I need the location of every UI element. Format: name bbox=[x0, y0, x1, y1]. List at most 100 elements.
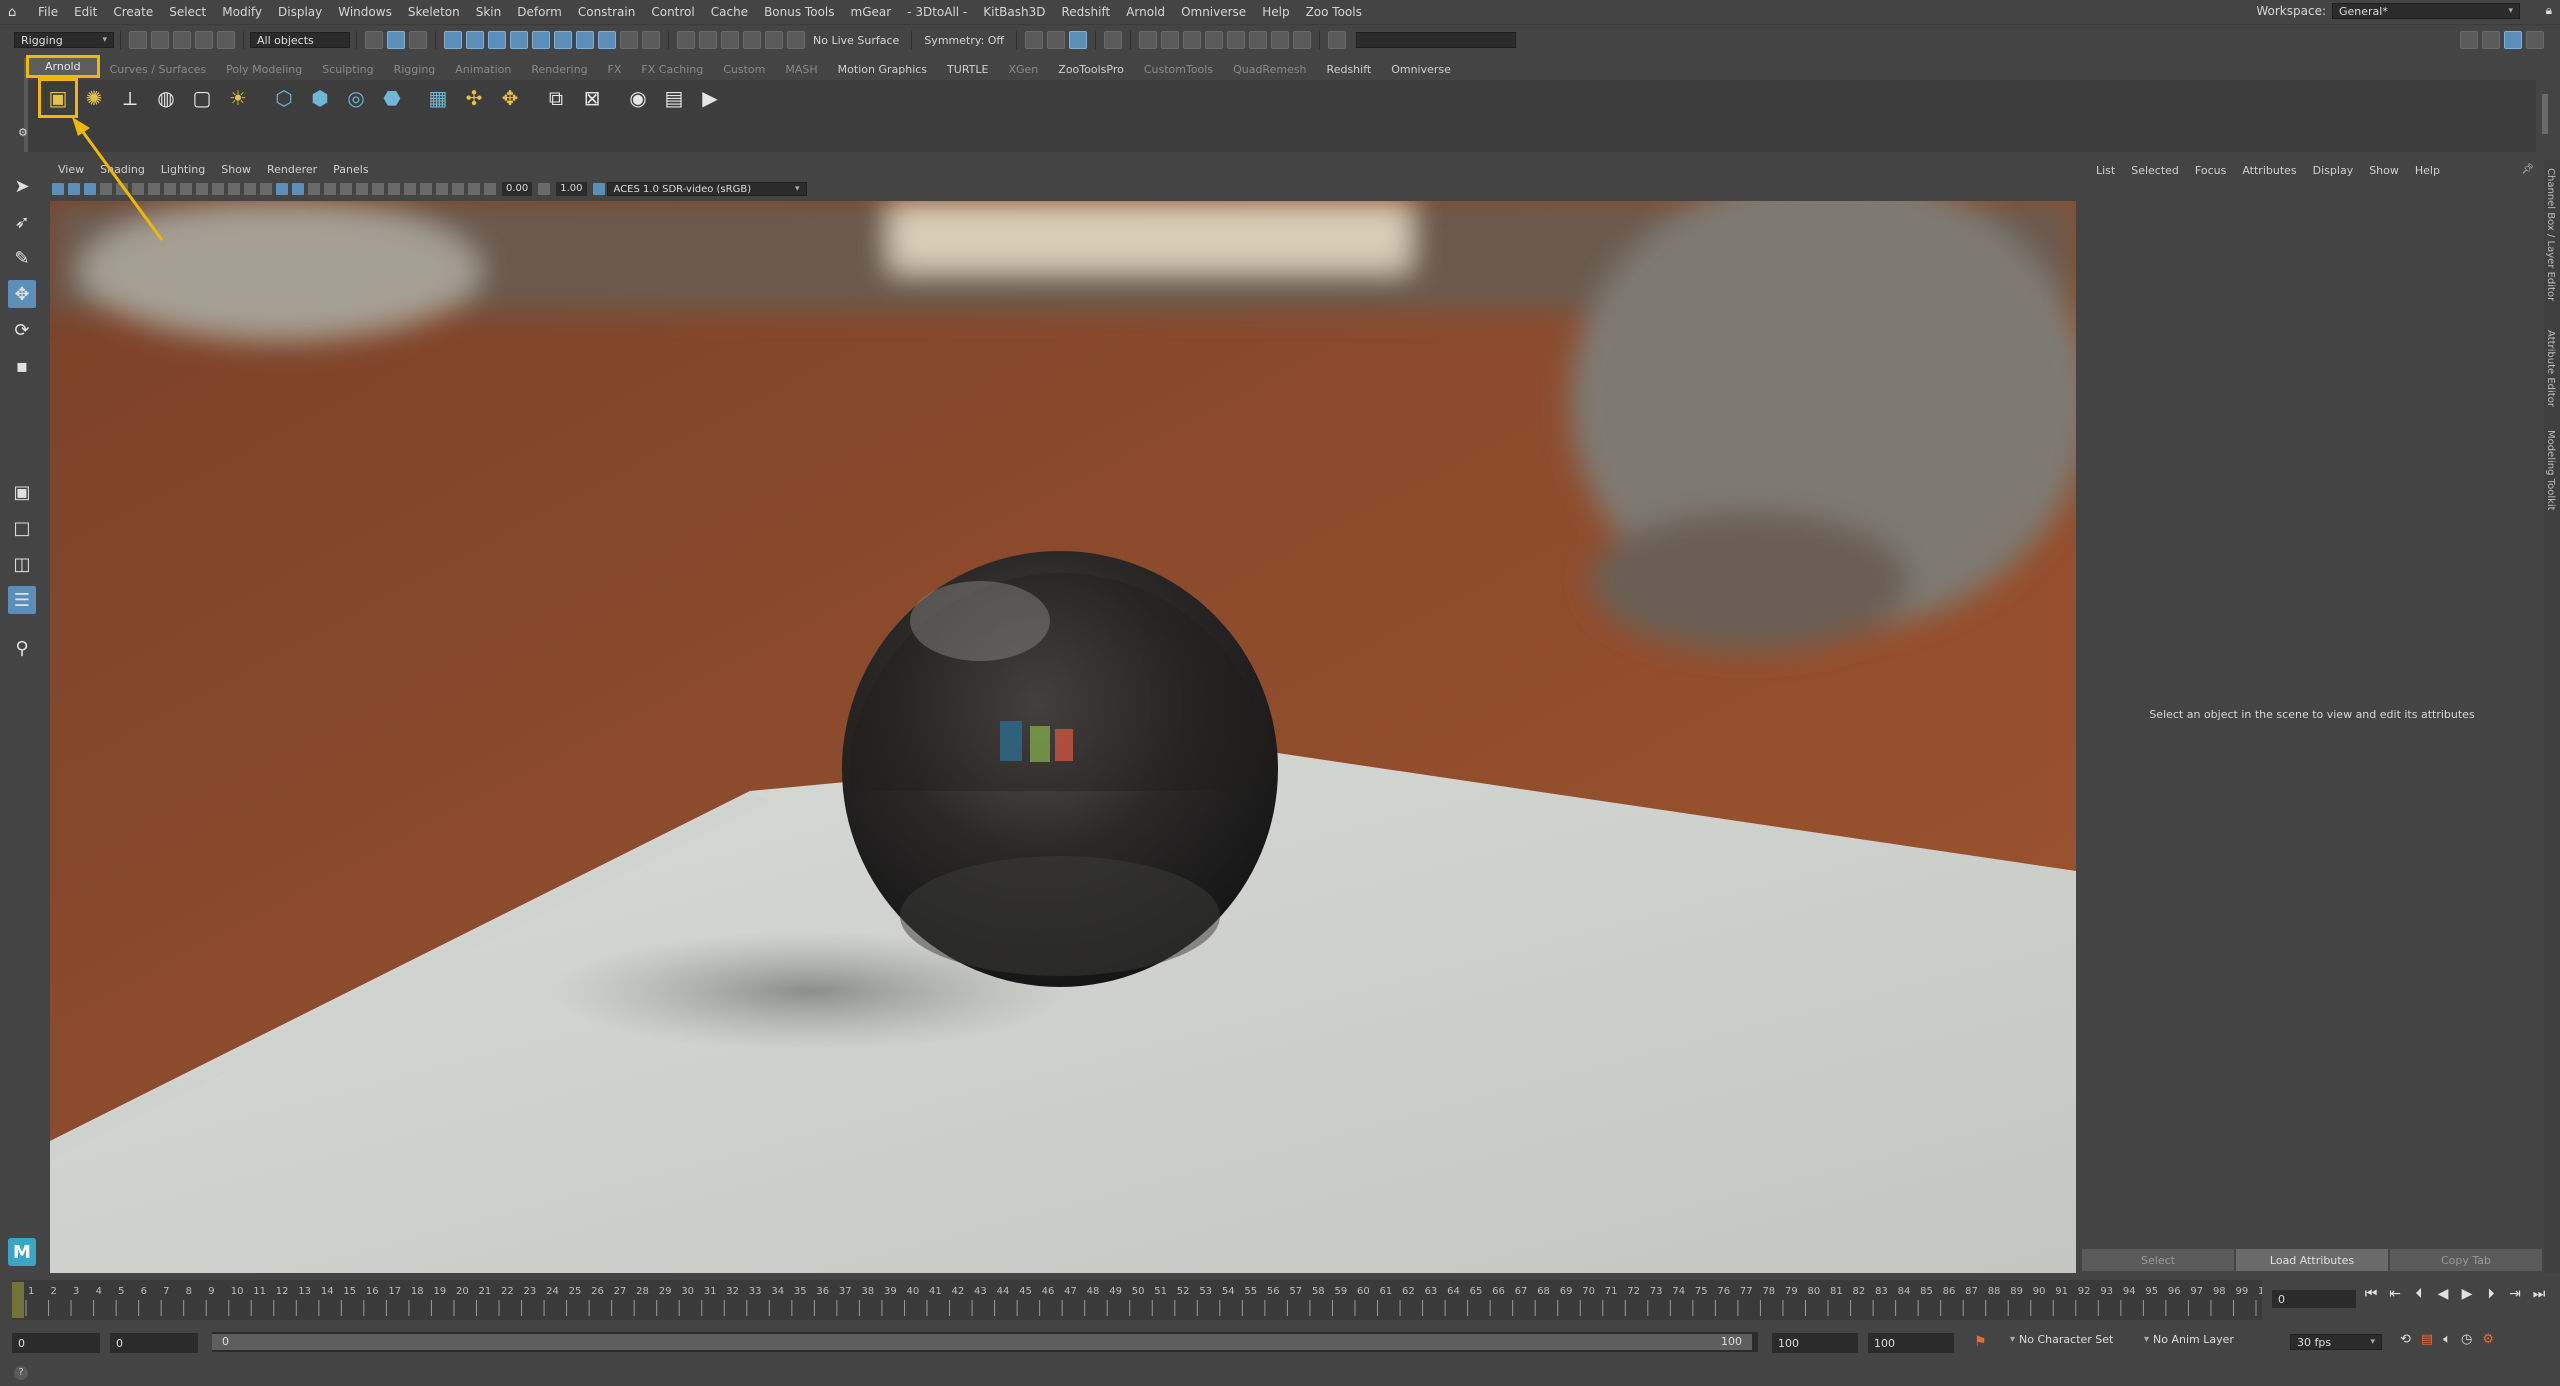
render-frame-icon[interactable]: ▣ bbox=[38, 78, 78, 118]
step-forward-frame-icon[interactable]: ⏵︎ bbox=[2482, 1286, 2500, 1302]
shelf-tab-curves-surfaces[interactable]: Curves / Surfaces bbox=[100, 61, 217, 78]
ae-menu-help[interactable]: Help bbox=[2407, 164, 2448, 177]
shelf-tab-mash[interactable]: MASH bbox=[775, 61, 827, 78]
physical-sky-icon[interactable]: ☀ bbox=[225, 85, 251, 111]
mask-surfaces-icon[interactable] bbox=[510, 31, 528, 49]
shelf-tab-fx-caching[interactable]: FX Caching bbox=[631, 61, 713, 78]
selection-mask-dropdown[interactable]: All objects bbox=[250, 32, 350, 48]
preferences-icon[interactable]: ⚙︎ bbox=[2482, 1332, 2494, 1347]
view-2d-pan-icon[interactable] bbox=[116, 183, 128, 195]
export-standin-icon[interactable]: ⧉ bbox=[543, 85, 569, 111]
ambient-occlusion-icon[interactable] bbox=[356, 183, 368, 195]
mask-deformers-icon[interactable] bbox=[532, 31, 550, 49]
cache-icon[interactable]: ▤ bbox=[2421, 1332, 2433, 1347]
ae-menu-selected[interactable]: Selected bbox=[2123, 164, 2187, 177]
help-icon[interactable]: ? bbox=[14, 1366, 28, 1380]
menu-create[interactable]: Create bbox=[105, 5, 161, 19]
select-button[interactable]: Select bbox=[2082, 1249, 2234, 1271]
shelf-tab-motion-graphics[interactable]: Motion Graphics bbox=[828, 61, 937, 78]
scene-end-field[interactable]: 100 bbox=[1868, 1333, 1954, 1353]
select-tool-icon[interactable]: ➤ bbox=[8, 172, 36, 200]
gate-mask-icon[interactable] bbox=[196, 183, 208, 195]
panel-menu-shading[interactable]: Shading bbox=[92, 163, 153, 176]
view-transform-dropdown[interactable]: ACES 1.0 SDR-video (sRGB) ▾ bbox=[606, 182, 807, 196]
skydome-light-icon[interactable]: ✺ bbox=[81, 85, 107, 111]
render-view-icon[interactable]: ◉ bbox=[625, 85, 651, 111]
undo-icon[interactable] bbox=[195, 31, 213, 49]
current-frame-field[interactable]: 0 bbox=[2272, 1290, 2356, 1308]
isolate-select-icon[interactable] bbox=[420, 183, 432, 195]
anim-layer-menu[interactable]: ▾ No Anim Layer bbox=[2144, 1333, 2234, 1346]
symmetry-dropdown[interactable]: Symmetry: Off bbox=[924, 34, 1004, 47]
mask-rendering-icon[interactable] bbox=[576, 31, 594, 49]
render-frame-icon[interactable] bbox=[1139, 31, 1158, 49]
menu-arnold[interactable]: Arnold bbox=[1118, 5, 1173, 19]
load-attributes-button[interactable]: Load Attributes bbox=[2236, 1249, 2388, 1271]
copy-tab-button[interactable]: Copy Tab bbox=[2390, 1249, 2542, 1271]
shelf-tab-poly-modeling[interactable]: Poly Modeling bbox=[216, 61, 312, 78]
use-all-lights-icon[interactable] bbox=[324, 183, 336, 195]
render-settings-icon[interactable]: ▤ bbox=[661, 85, 687, 111]
select-object-icon[interactable] bbox=[387, 31, 405, 49]
panel-menu-show[interactable]: Show bbox=[213, 163, 259, 176]
light-manager-icon[interactable]: ✥ bbox=[497, 85, 523, 111]
menu-deform[interactable]: Deform bbox=[509, 5, 570, 19]
input-ops-icon[interactable] bbox=[1047, 31, 1066, 49]
toggle-attribute-editor-icon[interactable] bbox=[2482, 31, 2500, 49]
panel-menu-renderer[interactable]: Renderer bbox=[259, 163, 325, 176]
camera-attributes-icon[interactable] bbox=[68, 183, 80, 195]
tab-attribute-editor[interactable]: Attribute Editor bbox=[2545, 330, 2556, 407]
exposure-icon[interactable] bbox=[484, 183, 496, 195]
menu-control[interactable]: Control bbox=[643, 5, 702, 19]
color-management-icon[interactable] bbox=[592, 183, 605, 195]
menu-bonus-tools[interactable]: Bonus Tools bbox=[756, 5, 842, 19]
hypershade-icon[interactable] bbox=[1205, 31, 1224, 49]
shelf-tab-animation[interactable]: Animation bbox=[445, 61, 521, 78]
select-hierarchy-icon[interactable] bbox=[365, 31, 383, 49]
menu-cache[interactable]: Cache bbox=[703, 5, 756, 19]
volume-icon[interactable]: ⬢ bbox=[307, 85, 333, 111]
bookmark-icon[interactable] bbox=[84, 183, 96, 195]
shadows-icon[interactable] bbox=[340, 183, 352, 195]
shelf-tab-custom[interactable]: Custom bbox=[713, 61, 775, 78]
image-plane-icon[interactable] bbox=[100, 183, 112, 195]
toggle-channel-box-icon[interactable] bbox=[2504, 31, 2522, 49]
snap-live-icon[interactable] bbox=[765, 31, 783, 49]
toggle-outliner-icon[interactable] bbox=[2526, 31, 2544, 49]
exposure-field[interactable]: 0.00 bbox=[502, 182, 533, 196]
safe-action-icon[interactable] bbox=[228, 183, 240, 195]
mesh-light-icon[interactable]: ◍ bbox=[153, 85, 179, 111]
select-camera-icon[interactable] bbox=[52, 183, 64, 195]
home-icon[interactable]: ⌂ bbox=[8, 5, 22, 20]
menu-select[interactable]: Select bbox=[161, 5, 214, 19]
shelf-tab-quadremesh[interactable]: QuadRemesh bbox=[1223, 61, 1316, 78]
area-light-icon[interactable]: ⟂ bbox=[117, 85, 143, 111]
redo-icon[interactable] bbox=[217, 31, 235, 49]
depth-of-field-icon[interactable] bbox=[404, 183, 416, 195]
safe-title-icon[interactable] bbox=[244, 183, 256, 195]
auto-key-icon[interactable]: ⚑ bbox=[1974, 1334, 1987, 1350]
snap-curve-icon[interactable] bbox=[699, 31, 717, 49]
default-material-icon[interactable] bbox=[292, 183, 304, 195]
play-forwards-icon[interactable]: ▶ bbox=[2458, 1286, 2476, 1302]
loop-icon[interactable]: ⟲ bbox=[2400, 1332, 2411, 1347]
grid-icon[interactable] bbox=[148, 183, 160, 195]
play-render-icon[interactable]: ▶ bbox=[697, 85, 723, 111]
highlight-selection-icon[interactable] bbox=[642, 31, 660, 49]
perspective-viewport[interactable] bbox=[50, 201, 2076, 1273]
motion-blur-icon[interactable] bbox=[372, 183, 384, 195]
pin-icon[interactable]: 📌︎ bbox=[2521, 164, 2534, 175]
outliner-layout-icon[interactable]: ☰ bbox=[8, 586, 36, 614]
operators-icon[interactable]: ⊠ bbox=[579, 85, 605, 111]
tab-channel-box[interactable]: Channel Box / Layer Editor bbox=[2545, 168, 2556, 301]
shelf-tab-sculpting[interactable]: Sculpting bbox=[312, 61, 383, 78]
scene-start-field[interactable]: 0 bbox=[12, 1333, 100, 1353]
mask-handles-icon[interactable] bbox=[444, 31, 462, 49]
menu-file[interactable]: File bbox=[30, 5, 66, 19]
shelf-tab-fx[interactable]: FX bbox=[598, 61, 632, 78]
photometric-light-icon[interactable]: ▢ bbox=[189, 85, 215, 111]
ae-menu-show[interactable]: Show bbox=[2361, 164, 2407, 177]
playback-start-field[interactable]: 0 bbox=[110, 1333, 198, 1353]
shelf-tab-arnold[interactable]: Arnold bbox=[26, 55, 100, 78]
range-slider[interactable]: 0 100 bbox=[212, 1332, 1758, 1352]
